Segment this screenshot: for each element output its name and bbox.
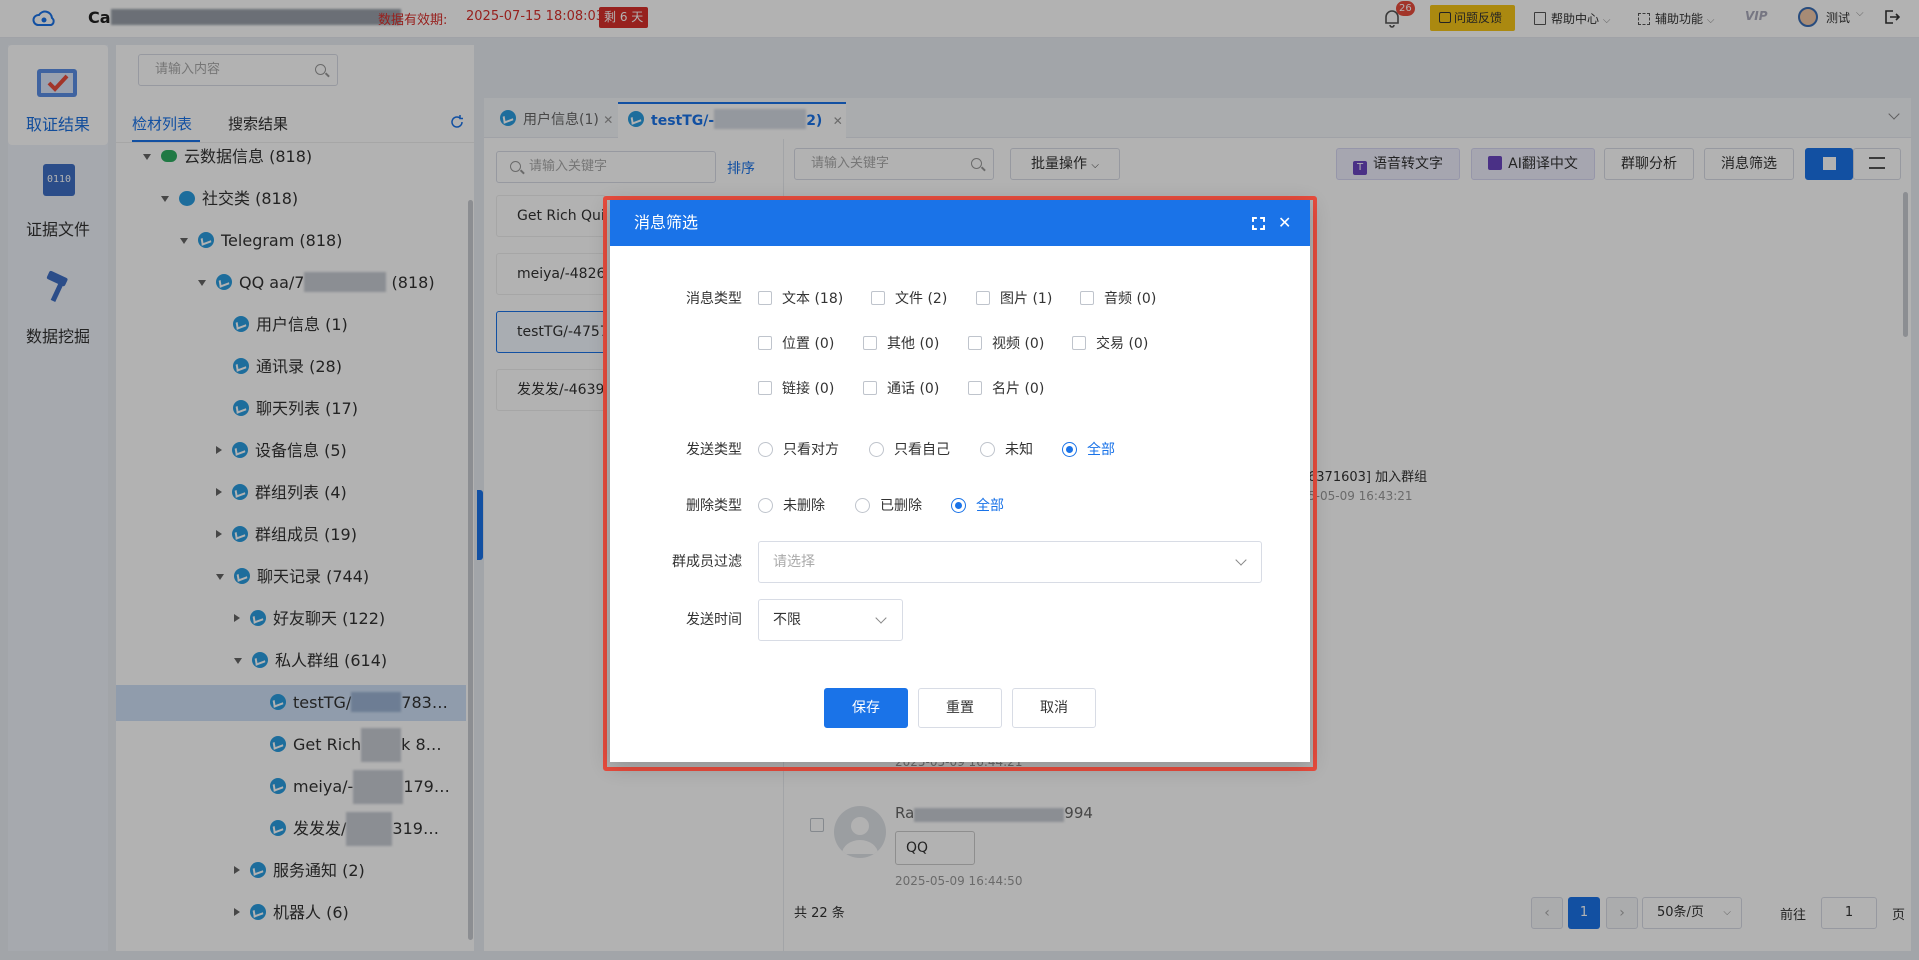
radio-only-self[interactable]: 只看自己 <box>869 439 950 459</box>
radio-deleted[interactable]: 已删除 <box>855 495 922 515</box>
radio-send-all[interactable]: 全部 <box>1062 439 1115 459</box>
radio-dot[interactable] <box>980 442 995 457</box>
dialog-title: 消息筛选 <box>634 213 699 232</box>
checkbox-label: 文件 (2) <box>895 291 948 307</box>
checkbox-card[interactable]: 名片 (0) <box>968 378 1044 398</box>
dialog-header: 消息筛选 ✕ <box>610 200 1310 246</box>
chevron-down-icon <box>1235 554 1247 566</box>
checkbox-label: 视频 (0) <box>992 336 1045 352</box>
radio-label: 未知 <box>1005 442 1033 458</box>
checkbox-box[interactable] <box>863 336 877 350</box>
radio-dot[interactable] <box>951 498 966 513</box>
checkbox-other[interactable]: 其他 (0) <box>863 333 939 353</box>
checkbox-box[interactable] <box>968 336 982 350</box>
radio-label: 只看对方 <box>783 442 839 458</box>
checkbox-text[interactable]: 文本 (18) <box>758 288 843 308</box>
checkbox-label: 名片 (0) <box>992 381 1045 397</box>
checkbox-box[interactable] <box>758 381 772 395</box>
chevron-down-icon <box>875 612 887 624</box>
checkbox-label: 链接 (0) <box>782 381 835 397</box>
radio-only-other[interactable]: 只看对方 <box>758 439 839 459</box>
checkbox-call[interactable]: 通话 (0) <box>863 378 939 398</box>
radio-dot[interactable] <box>855 498 870 513</box>
checkbox-box[interactable] <box>758 291 772 305</box>
radio-label: 全部 <box>976 498 1004 514</box>
checkbox-box[interactable] <box>863 381 877 395</box>
checkbox-box[interactable] <box>1080 291 1094 305</box>
checkbox-label: 音频 (0) <box>1104 291 1157 307</box>
checkbox-box[interactable] <box>976 291 990 305</box>
checkbox-video[interactable]: 视频 (0) <box>968 333 1044 353</box>
checkbox-location[interactable]: 位置 (0) <box>758 333 834 353</box>
close-icon[interactable]: ✕ <box>1278 200 1291 246</box>
checkbox-label: 位置 (0) <box>782 336 835 352</box>
member-filter-select[interactable]: 请选择 <box>758 541 1262 583</box>
radio-label: 全部 <box>1087 442 1115 458</box>
checkbox-label: 交易 (0) <box>1096 336 1149 352</box>
radio-dot[interactable] <box>1062 442 1077 457</box>
fullscreen-icon[interactable] <box>1252 217 1265 230</box>
reset-button[interactable]: 重置 <box>918 688 1002 728</box>
send-type-label: 发送类型 <box>686 442 742 458</box>
checkbox-image[interactable]: 图片 (1) <box>976 288 1052 308</box>
checkbox-transaction[interactable]: 交易 (0) <box>1072 333 1148 353</box>
radio-dot[interactable] <box>758 498 773 513</box>
radio-dot[interactable] <box>758 442 773 457</box>
delete-type-label: 删除类型 <box>686 498 742 514</box>
radio-label: 已删除 <box>880 498 922 514</box>
radio-unknown[interactable]: 未知 <box>980 439 1033 459</box>
radio-label: 未删除 <box>783 498 825 514</box>
checkbox-link[interactable]: 链接 (0) <box>758 378 834 398</box>
radio-not-deleted[interactable]: 未删除 <box>758 495 825 515</box>
send-time-select[interactable]: 不限 <box>758 599 903 641</box>
send-time-value: 不限 <box>773 612 801 628</box>
radio-delete-all[interactable]: 全部 <box>951 495 1004 515</box>
radio-dot[interactable] <box>869 442 884 457</box>
msg-type-label: 消息类型 <box>686 291 742 307</box>
send-time-label: 发送时间 <box>686 612 742 628</box>
member-filter-label: 群成员过滤 <box>672 554 742 570</box>
radio-label: 只看自己 <box>894 442 950 458</box>
checkbox-box[interactable] <box>871 291 885 305</box>
save-button[interactable]: 保存 <box>824 688 908 728</box>
checkbox-box[interactable] <box>1072 336 1086 350</box>
member-filter-placeholder: 请选择 <box>773 554 815 570</box>
checkbox-label: 文本 (18) <box>782 291 844 307</box>
checkbox-box[interactable] <box>758 336 772 350</box>
checkbox-file[interactable]: 文件 (2) <box>871 288 947 308</box>
cancel-button[interactable]: 取消 <box>1012 688 1096 728</box>
checkbox-audio[interactable]: 音频 (0) <box>1080 288 1156 308</box>
checkbox-label: 图片 (1) <box>1000 291 1053 307</box>
checkbox-label: 通话 (0) <box>887 381 940 397</box>
checkbox-box[interactable] <box>968 381 982 395</box>
message-filter-dialog: 消息筛选 ✕ 消息类型 文本 (18) 文件 (2) 图片 (1) 音频 (0)… <box>610 200 1310 762</box>
checkbox-label: 其他 (0) <box>887 336 940 352</box>
